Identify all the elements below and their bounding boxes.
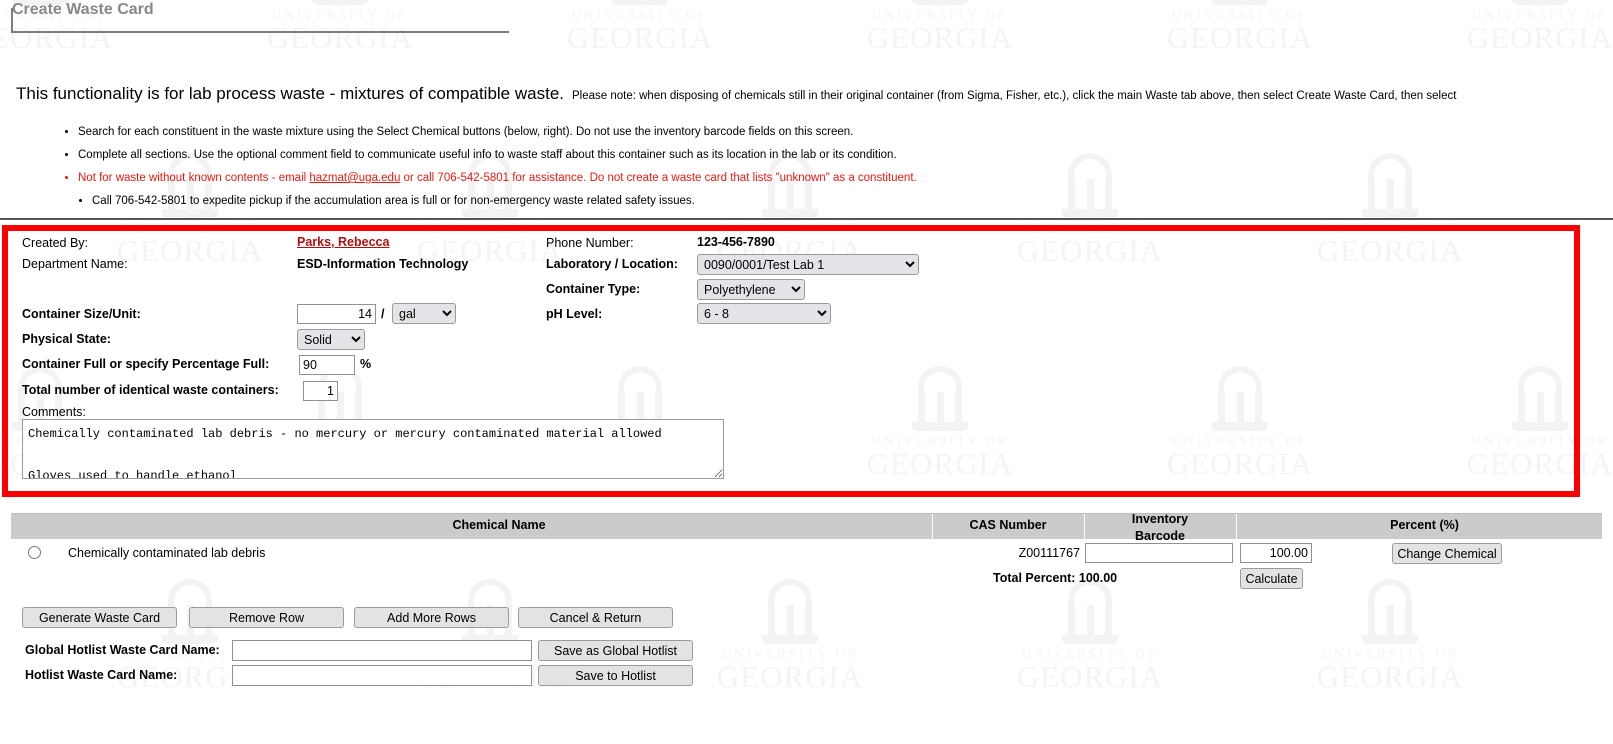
- watermark-tile: 1785UNIVERSITY OFGEORGIA: [1240, 579, 1540, 692]
- container-size-separator: /: [381, 307, 385, 321]
- header-cas-number: CAS Number: [969, 518, 1047, 532]
- uga-arch-icon: 1785: [912, 0, 968, 6]
- watermark-line2: GEORGIA: [1316, 659, 1464, 695]
- global-hotlist-input[interactable]: [232, 640, 532, 661]
- watermark-line2: GEORGIA: [866, 20, 1014, 56]
- laboratory-location-label: Laboratory / Location:: [546, 257, 678, 271]
- bullet-text-pre: Not for waste without known contents - e…: [78, 172, 310, 184]
- comments-label: Comments:: [22, 405, 86, 419]
- uga-arch-icon: 1785: [312, 0, 368, 6]
- chemical-row-radio[interactable]: [28, 546, 41, 559]
- generate-waste-card-button[interactable]: Generate Waste Card: [22, 607, 177, 628]
- chemical-table-header: Chemical Name CAS Number Inventory Barco…: [11, 512, 1602, 543]
- instruction-bullet-list: Search for each constituent in the waste…: [38, 126, 1613, 218]
- container-unit-select[interactable]: gal: [392, 303, 456, 324]
- watermark-line1: UNIVERSITY OF: [1171, 7, 1309, 22]
- save-hotlist-button[interactable]: Save to Hotlist: [538, 665, 693, 686]
- total-containers-input[interactable]: [303, 381, 338, 401]
- watermark-line1: UNIVERSITY OF: [1540, 647, 1613, 661]
- container-size-input[interactable]: [297, 304, 376, 324]
- section-divider: [0, 218, 1613, 220]
- uga-arch-icon: 1785: [1512, 0, 1568, 6]
- header-chemical-name: Chemical Name: [452, 518, 546, 532]
- hotlist-input[interactable]: [232, 665, 532, 686]
- instruction-bullet: Search for each constituent in the waste…: [78, 126, 1613, 138]
- page-title: Create Waste Card: [12, 1, 154, 18]
- watermark-line2: GEORGIA: [1016, 659, 1164, 695]
- physical-state-select[interactable]: Solid: [297, 329, 365, 350]
- ph-level-label: pH Level:: [546, 307, 603, 321]
- watermark-line1: UNIVERSITY OF: [871, 7, 1009, 22]
- instruction-bullet: Call 706-542-5801 to expedite pickup if …: [92, 195, 1613, 207]
- save-global-hotlist-button[interactable]: Save as Global Hotlist: [538, 640, 693, 661]
- bullet-text-post: or call 706-542-5801 for assistance. Do …: [400, 172, 917, 184]
- hotlist-label: Hotlist Waste Card Name:: [25, 668, 178, 682]
- watermark-line2: GEORGIA: [566, 20, 714, 56]
- intro-note-text: Please note: when disposing of chemicals…: [572, 90, 1457, 102]
- laboratory-location-select[interactable]: 0090/0001/Test Lab 1: [697, 254, 919, 275]
- watermark-line1: UNIVERSITY OF: [1471, 7, 1609, 22]
- percent-full-input[interactable]: [299, 355, 355, 375]
- watermark-line2: GEORGIA: [1466, 20, 1613, 56]
- watermark-line2: GEORGIA: [1166, 20, 1314, 56]
- intro-lead-line: This functionality is for lab process wa…: [16, 84, 1456, 104]
- uga-arch-icon: 1785: [1212, 0, 1268, 6]
- percent-full-suffix: %: [360, 357, 372, 371]
- phone-number-label: Phone Number:: [546, 236, 634, 250]
- header-inventory-barcode: Inventory Barcode: [1084, 511, 1236, 545]
- watermark-tile: 1785UNIVERSITY OFGEORGIA: [940, 579, 1240, 692]
- hazmat-email-link[interactable]: hazmat@uga.edu: [309, 172, 400, 184]
- global-hotlist-label: Global Hotlist Waste Card Name:: [25, 643, 220, 657]
- created-by-link[interactable]: Parks, Rebecca: [297, 235, 389, 249]
- container-type-label: Container Type:: [546, 282, 641, 296]
- phone-number-value: 123-456-7890: [697, 235, 775, 249]
- chemical-row-cas: Z00111767: [1018, 546, 1080, 560]
- watermark-line2: GEORGIA: [1540, 661, 1613, 692]
- watermark-line1: UNIVERSITY OF: [1021, 646, 1159, 661]
- uga-arch-icon: 1785: [1362, 579, 1418, 645]
- watermark-tile: 1785UNIVERSITY OFGEORGIA: [490, 0, 790, 53]
- total-containers-label: Total number of identical waste containe…: [22, 383, 279, 397]
- watermark-tile: 1785UNIVERSITY OFGEORGIA: [1540, 579, 1613, 692]
- uga-arch-icon: 1785: [612, 0, 668, 6]
- container-size-label: Container Size/Unit:: [22, 307, 141, 321]
- add-more-rows-button[interactable]: Add More Rows: [354, 607, 509, 628]
- inventory-barcode-input[interactable]: [1085, 543, 1233, 563]
- watermark-line1: UNIVERSITY OF: [1321, 646, 1459, 661]
- header-inventory-barcode-line1: Inventory: [1131, 512, 1189, 526]
- calculate-button[interactable]: Calculate: [1240, 568, 1303, 589]
- cancel-return-button[interactable]: Cancel & Return: [518, 607, 673, 628]
- total-percent-label: Total Percent: 100.00: [993, 571, 1118, 585]
- uga-arch-icon: 1785: [1062, 579, 1118, 645]
- instruction-bullet: Complete all sections. Use the optional …: [78, 149, 1613, 161]
- ph-level-select[interactable]: 6 - 8: [697, 303, 831, 324]
- chemical-row-name: Chemically contaminated lab debris: [68, 546, 266, 560]
- watermark-tile: 1785UNIVERSITY OFGEORGIA: [1090, 0, 1390, 53]
- instruction-bullet: Not for waste without known contents - e…: [78, 172, 1613, 184]
- watermark-tile: 1785UNIVERSITY OFGEORGIA: [1390, 0, 1613, 53]
- comments-textarea[interactable]: [22, 419, 724, 479]
- watermark-tile: 1785UNIVERSITY OFGEORGIA: [790, 0, 1090, 53]
- uga-arch-icon: 1785: [762, 579, 818, 645]
- container-type-select[interactable]: Polyethylene: [697, 279, 805, 300]
- header-percent: Percent (%): [1390, 518, 1459, 532]
- change-chemical-button[interactable]: Change Chemical: [1392, 543, 1502, 564]
- remove-row-button[interactable]: Remove Row: [189, 607, 344, 628]
- physical-state-label: Physical State:: [22, 332, 111, 346]
- intro-lead-text: This functionality is for lab process wa…: [16, 84, 564, 103]
- percent-input[interactable]: [1240, 543, 1312, 563]
- percent-full-label: Container Full or specify Percentage Ful…: [22, 357, 270, 371]
- created-by-label: Created By:: [22, 236, 89, 250]
- department-name-value: ESD-Information Technology: [297, 257, 469, 271]
- department-name-label: Department Name:: [22, 257, 128, 271]
- watermark-line1: UNIVERSITY OF: [571, 7, 709, 22]
